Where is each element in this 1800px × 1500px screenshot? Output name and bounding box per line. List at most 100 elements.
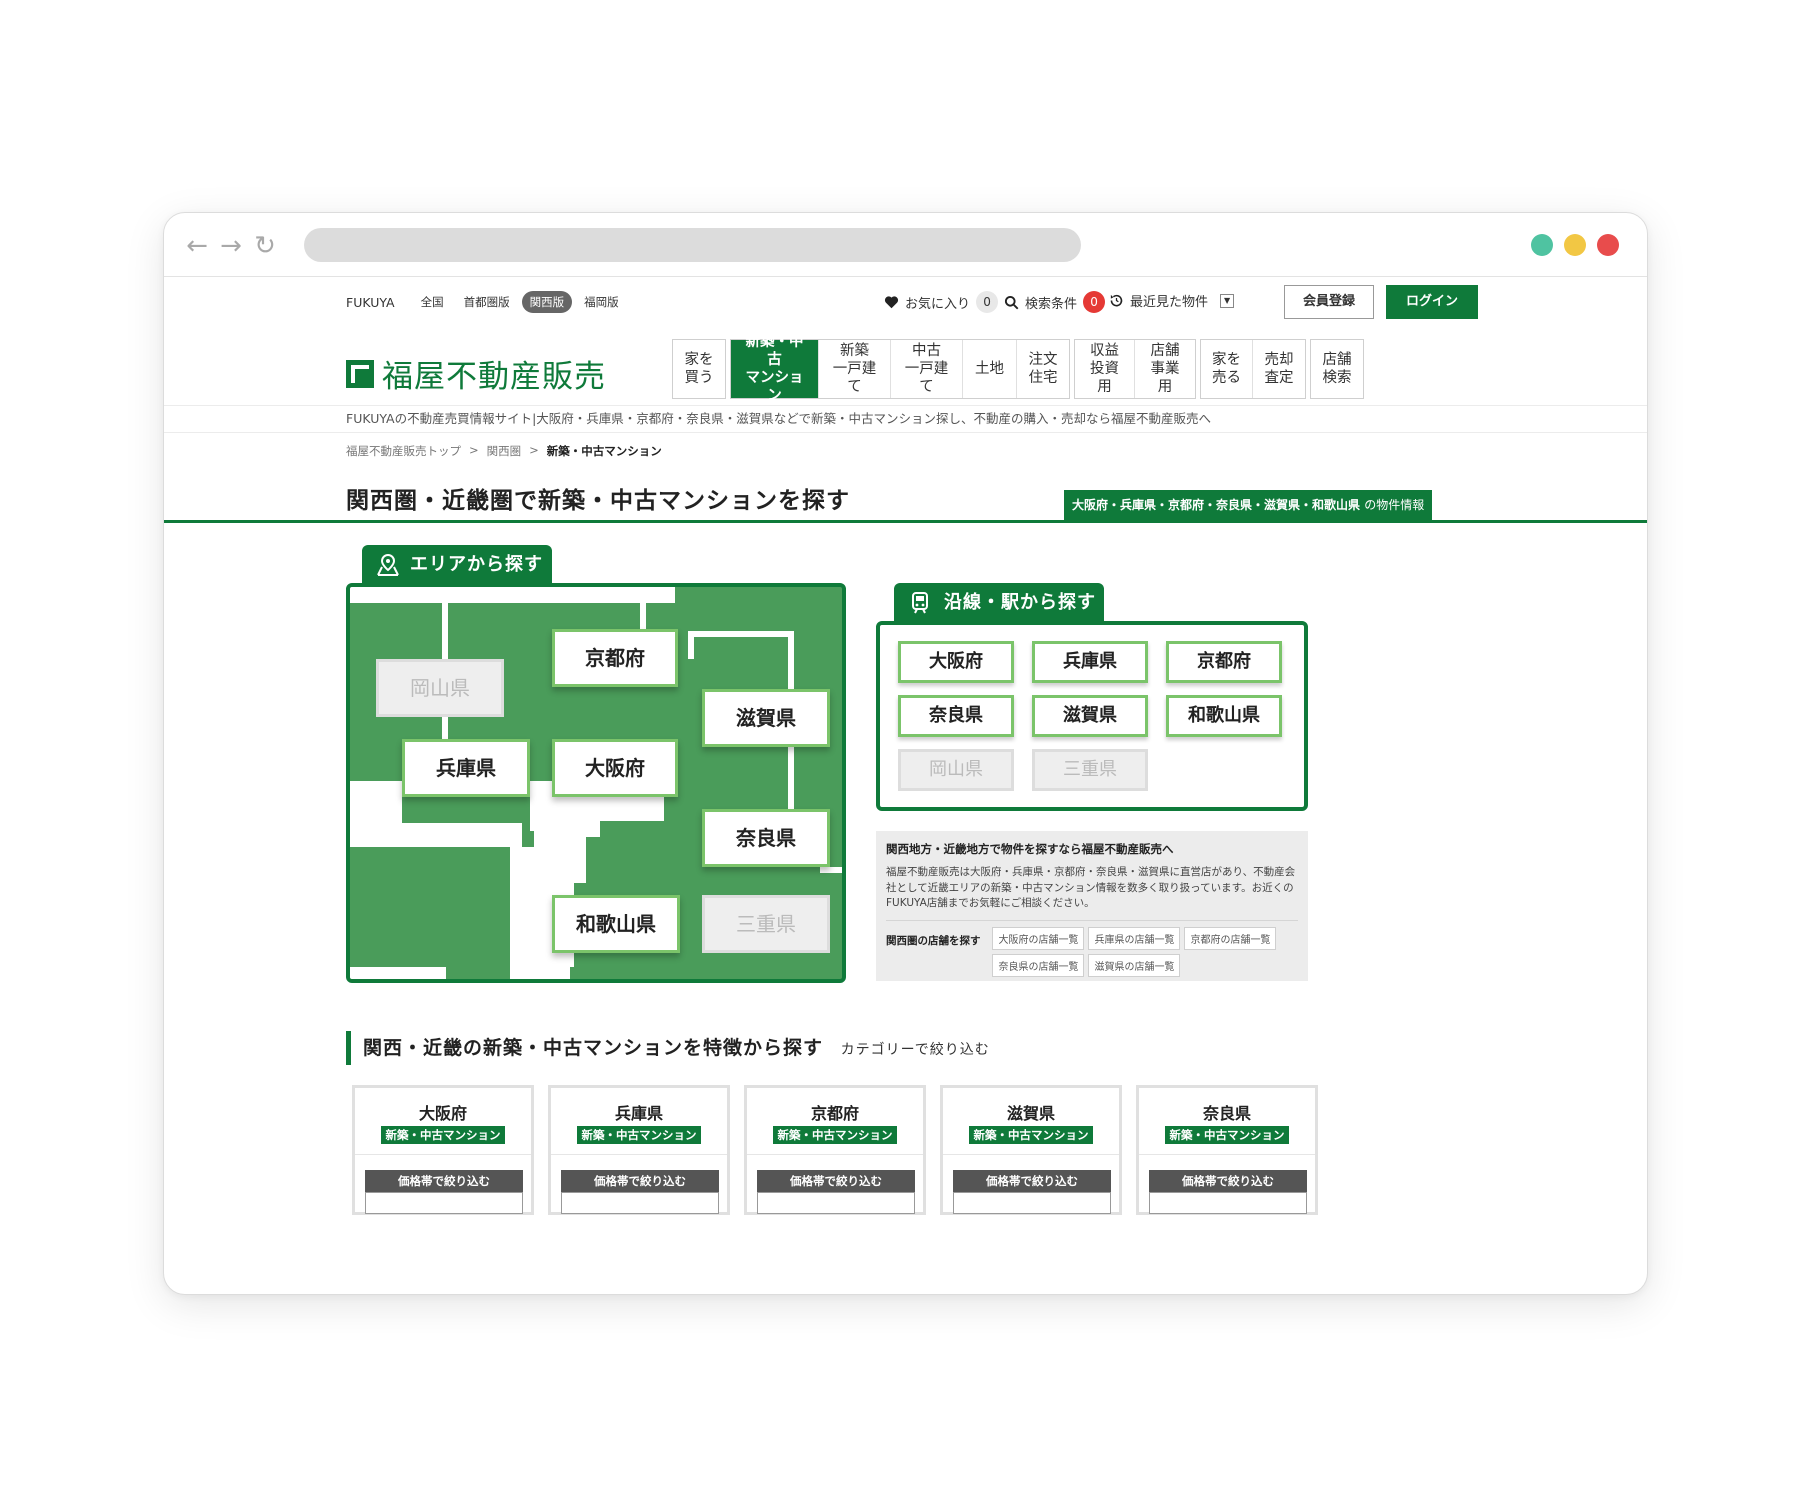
line-search-tab-label: 沿線・駅から探す bbox=[944, 592, 1096, 613]
card-pref-name: 大阪府 bbox=[418, 1104, 467, 1123]
area-pref-kyoto[interactable]: 京都府 bbox=[552, 629, 678, 687]
back-icon[interactable]: ← bbox=[182, 231, 212, 261]
shop-links: 関西圏の店舗を探す 大阪府の店舗一覧 兵庫県の店舗一覧 京都府の店舗一覧 奈良県… bbox=[886, 926, 1298, 977]
card-category-badge: 新築・中古マンション bbox=[381, 1126, 505, 1144]
nav-custom-home[interactable]: 注文 住宅 bbox=[1017, 340, 1069, 398]
window-dot-yellow[interactable] bbox=[1564, 234, 1586, 256]
price-filter-header: 価格帯で絞り込む bbox=[1149, 1170, 1307, 1192]
global-nav: 家を 買う 新築・中古 マンション 新築 一戸建て 中古 一戸建て 土地 注文 … bbox=[672, 334, 1364, 404]
area-pref-nara[interactable]: 奈良県 bbox=[702, 809, 830, 867]
card-divider bbox=[355, 1154, 531, 1155]
nav-new-house[interactable]: 新築 一戸建て bbox=[819, 340, 891, 398]
line-pref-wakayama[interactable]: 和歌山県 bbox=[1166, 695, 1282, 737]
logo-mark-icon bbox=[346, 359, 374, 388]
nav-group-shop: 店舗 検索 bbox=[1310, 339, 1364, 399]
price-filter-select[interactable] bbox=[1149, 1192, 1307, 1214]
nav-sell-home[interactable]: 家を 売る bbox=[1201, 340, 1253, 398]
nav-group-buy: 家を 買う bbox=[672, 339, 726, 399]
line-pref-okayama: 岡山県 bbox=[898, 749, 1014, 791]
price-filter-header: 価格帯で絞り込む bbox=[561, 1170, 719, 1192]
card-pref-name: 奈良県 bbox=[1202, 1104, 1251, 1123]
forward-icon[interactable]: → bbox=[216, 231, 246, 261]
shop-link-kyoto[interactable]: 京都府の店舗一覧 bbox=[1184, 926, 1277, 950]
kansai-info-box: 関西地方・近畿地方で物件を探すなら福屋不動産販売へ 福屋不動産販売は大阪府・兵庫… bbox=[876, 831, 1308, 981]
edition-zenkoku[interactable]: 全国 bbox=[413, 291, 452, 313]
shop-link-hyogo[interactable]: 兵庫県の店舗一覧 bbox=[1088, 926, 1181, 950]
line-pref-nara[interactable]: 奈良県 bbox=[898, 695, 1014, 737]
feature-section-title: 関西・近畿の新築・中古マンションを特徴から探す カテゴリーで絞り込む bbox=[346, 1031, 990, 1065]
breadcrumb-kansai[interactable]: 関西圏 bbox=[487, 443, 522, 459]
shop-link-shiga[interactable]: 滋賀県の店舗一覧 bbox=[1088, 953, 1181, 977]
search-icon bbox=[1004, 295, 1019, 309]
price-filter-header: 価格帯で絞り込む bbox=[365, 1170, 523, 1192]
map-road bbox=[350, 587, 675, 603]
nav-buy-home[interactable]: 家を 買う bbox=[673, 340, 725, 398]
map-road bbox=[688, 631, 794, 637]
heart-icon bbox=[884, 296, 899, 309]
shop-link-osaka[interactable]: 大阪府の店舗一覧 bbox=[992, 926, 1085, 950]
price-filter-select[interactable] bbox=[953, 1192, 1111, 1214]
prefecture-tag-main: 大阪府・兵庫県・京都府・奈良県・滋賀県・和歌山県 bbox=[1072, 498, 1361, 512]
nav-land[interactable]: 土地 bbox=[963, 340, 1017, 398]
login-button[interactable]: ログイン bbox=[1386, 285, 1478, 319]
card-category-badge: 新築・中古マンション bbox=[969, 1126, 1093, 1144]
map-road bbox=[640, 601, 646, 631]
area-pref-shiga[interactable]: 滋賀県 bbox=[702, 689, 830, 747]
feature-subtitle: カテゴリーで絞り込む bbox=[840, 1042, 990, 1058]
chevron-down-icon[interactable]: ▼ bbox=[1220, 293, 1235, 308]
nav-shop-search[interactable]: 店舗 検索 bbox=[1311, 340, 1363, 398]
member-register-button[interactable]: 会員登録 bbox=[1284, 285, 1374, 319]
shop-link-nara[interactable]: 奈良県の店舗一覧 bbox=[992, 953, 1085, 977]
price-filter-select[interactable] bbox=[561, 1192, 719, 1214]
recently-viewed-link[interactable]: 最近見た物件 ▼ bbox=[1109, 291, 1235, 310]
page: FUKUYA 全国 首都圏版 関西版 福岡版 お気に入り 0 検索条件 0 最近… bbox=[164, 277, 1647, 1294]
map-terrain bbox=[350, 823, 522, 847]
nav-commercial[interactable]: 店舗 事業用 bbox=[1135, 340, 1195, 398]
address-bar[interactable] bbox=[304, 228, 1081, 262]
fukuya-brand-link[interactable]: FUKUYA bbox=[346, 292, 403, 313]
favorites-link[interactable]: お気に入り 0 bbox=[884, 291, 999, 313]
map-road bbox=[788, 631, 794, 691]
site-logo[interactable]: 福屋不動産販売 bbox=[346, 351, 606, 396]
edition-fukuoka[interactable]: 福岡版 bbox=[576, 291, 627, 313]
breadcrumb-separator: > bbox=[529, 443, 539, 457]
map-road bbox=[446, 967, 452, 979]
browser-chrome: ← → ↻ bbox=[164, 213, 1647, 277]
edition-kansai[interactable]: 関西版 bbox=[521, 291, 573, 313]
nav-used-house[interactable]: 中古 一戸建て bbox=[891, 340, 963, 398]
reload-icon[interactable]: ↻ bbox=[250, 231, 280, 261]
line-pref-shiga[interactable]: 滋賀県 bbox=[1032, 695, 1148, 737]
nav-investment[interactable]: 収益 投資用 bbox=[1075, 340, 1135, 398]
nav-appraisal[interactable]: 売却 査定 bbox=[1253, 340, 1305, 398]
area-map: 京都府 岡山県 滋賀県 兵庫県 大阪府 奈良県 和歌山県 三重県 bbox=[346, 583, 846, 983]
history-icon bbox=[1110, 294, 1123, 307]
card-category-badge: 新築・中古マンション bbox=[577, 1126, 701, 1144]
edition-shutoken[interactable]: 首都圏版 bbox=[456, 291, 518, 313]
nav-new-used-mansion[interactable]: 新築・中古 マンション bbox=[731, 334, 819, 404]
feature-cards: 大阪府 新築・中古マンション 価格帯で絞り込む 兵庫県 新築・中古マンション 価… bbox=[352, 1085, 1318, 1215]
search-conditions-link[interactable]: 検索条件 0 bbox=[1004, 291, 1106, 313]
area-pref-okayama: 岡山県 bbox=[376, 659, 504, 717]
line-pref-osaka[interactable]: 大阪府 bbox=[898, 641, 1014, 683]
card-divider bbox=[1139, 1154, 1315, 1155]
breadcrumb-separator: > bbox=[469, 443, 479, 457]
price-filter-header: 価格帯で絞り込む bbox=[757, 1170, 915, 1192]
card-pref-name: 兵庫県 bbox=[614, 1104, 663, 1123]
price-filter-select[interactable] bbox=[365, 1192, 523, 1214]
breadcrumb-top[interactable]: 福屋不動産販売トップ bbox=[346, 443, 461, 459]
window-dot-red[interactable] bbox=[1597, 234, 1619, 256]
area-pref-osaka[interactable]: 大阪府 bbox=[552, 739, 678, 797]
line-pref-hyogo[interactable]: 兵庫県 bbox=[1032, 641, 1148, 683]
price-filter-select[interactable] bbox=[757, 1192, 915, 1214]
feature-card-osaka: 大阪府 新築・中古マンション 価格帯で絞り込む bbox=[352, 1085, 534, 1215]
price-filter-header: 価格帯で絞り込む bbox=[953, 1170, 1111, 1192]
line-pref-mie: 三重県 bbox=[1032, 749, 1148, 791]
edition-switcher: FUKUYA 全国 首都圏版 関西版 福岡版 bbox=[346, 291, 627, 313]
line-pref-kyoto[interactable]: 京都府 bbox=[1166, 641, 1282, 683]
prefecture-tag: 大阪府・兵庫県・京都府・奈良県・滋賀県・和歌山県 の物件情報 bbox=[1064, 490, 1433, 520]
area-pref-hyogo[interactable]: 兵庫県 bbox=[402, 739, 530, 797]
train-icon bbox=[912, 592, 928, 614]
window-dot-green[interactable] bbox=[1531, 234, 1553, 256]
map-road bbox=[788, 747, 794, 811]
area-pref-wakayama[interactable]: 和歌山県 bbox=[552, 895, 680, 953]
